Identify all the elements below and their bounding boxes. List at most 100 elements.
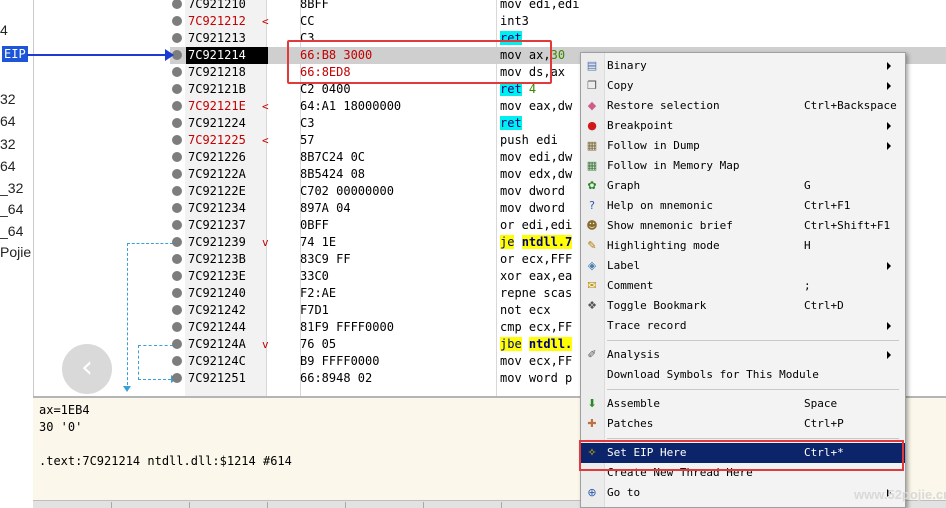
row-bytes-value: 66:8948 02	[300, 371, 373, 385]
menu-item-trace-record[interactable]: Trace record	[581, 316, 905, 336]
menu-item-shortcut: ;	[804, 279, 811, 292]
row-bytes-value: 8BFF	[300, 0, 329, 11]
row-bytes: C3	[300, 115, 314, 132]
row-instruction: xor eax,ea	[500, 268, 572, 285]
breakpoint-dot-icon[interactable]	[172, 237, 182, 247]
breakpoint-dot-icon[interactable]	[172, 356, 182, 366]
breakpoint-dot-icon[interactable]	[172, 203, 182, 213]
row-bytes-value: F7D1	[300, 303, 329, 317]
instruction-mnemonic: ret	[500, 82, 522, 96]
breakpoint-dot-icon[interactable]	[172, 16, 182, 26]
breakpoint-dot-icon[interactable]	[172, 33, 182, 43]
breakpoint-dot-icon[interactable]	[172, 271, 182, 281]
menu-item-highlighting-mode[interactable]: ✎ Highlighting mode H	[581, 236, 905, 256]
menu-item-toggle-bookmark[interactable]: ❖ Toggle Bookmark Ctrl+D	[581, 296, 905, 316]
row-address: 7C921244	[188, 320, 246, 334]
menu-item-label: Analysis	[607, 348, 660, 361]
set-eip-highlight-box	[579, 440, 904, 471]
breakpoint-dot-icon[interactable]	[172, 186, 182, 196]
menu-item-label: Help on mnemonic	[607, 199, 713, 212]
breakpoint-dot-icon[interactable]	[172, 67, 182, 77]
instruction-operands: eax,dw	[521, 99, 573, 113]
chevron-left-icon: ‹	[81, 350, 93, 385]
disasm-row[interactable]: 7C921212 < CC int3	[170, 13, 946, 30]
row-bytes: 83C9 FF	[300, 251, 351, 268]
menu-item-label: Toggle Bookmark	[607, 299, 707, 312]
row-bytes-value: B9 FFFF0000	[300, 354, 380, 368]
sidebar-entry[interactable]: 32	[0, 91, 16, 107]
menu-item-help-on-mnemonic[interactable]: ? Help on mnemonic Ctrl+F1	[581, 196, 905, 216]
info-line: .text:7C921214 ntdll.dll:$1214 #614	[39, 454, 292, 468]
instruction-operands: ntdll.	[528, 337, 573, 351]
row-instruction: mov edi,dw	[500, 149, 572, 166]
instruction-mnemonic: push	[500, 133, 529, 147]
menu-item-assemble[interactable]: ⬇ Assemble Space	[581, 394, 905, 414]
menu-item-follow-in-memory-map[interactable]: ▦ Follow in Memory Map	[581, 156, 905, 176]
row-bytes: 76 05	[300, 336, 336, 353]
breakpoint-dot-icon[interactable]	[172, 152, 182, 162]
instruction-operands: dword	[521, 201, 566, 215]
row-bytes-value: C3	[300, 116, 315, 130]
menu-item-label[interactable]: ◈ Label	[581, 256, 905, 276]
tab-divider	[189, 502, 190, 508]
breakpoint-dot-icon[interactable]	[172, 84, 182, 94]
breakpoint-dot-icon[interactable]	[172, 135, 182, 145]
instruction-mnemonic: mov	[500, 167, 522, 181]
sidebar-entry[interactable]: 64	[0, 158, 16, 174]
menu-item-restore-selection[interactable]: ◆ Restore selection Ctrl+Backspace	[581, 96, 905, 116]
breakpoint-dot-icon[interactable]	[172, 305, 182, 315]
row-address: 7C921242	[188, 303, 246, 317]
sidebar-entry[interactable]: 64	[0, 113, 16, 129]
sidebar-entry[interactable]: Pojie	[0, 244, 31, 260]
menu-item-show-mnemonic-brief[interactable]: ☻ Show mnemonic brief Ctrl+Shift+F1	[581, 216, 905, 236]
row-bytes: 8BFF	[300, 0, 329, 13]
menu-item-label: Label	[607, 259, 641, 272]
instruction-mnemonic: or	[500, 252, 515, 266]
row-instruction: mov ecx,FF	[500, 353, 572, 370]
breakpoint-dot-icon[interactable]	[172, 169, 182, 179]
row-jump-mark: <	[262, 100, 269, 113]
instruction-mnemonic: mov	[500, 371, 522, 385]
menu-item-analysis[interactable]: ✐ Analysis	[581, 345, 905, 365]
menu-item-label: Trace record	[607, 319, 687, 332]
sidebar-entry[interactable]: 4	[0, 22, 8, 38]
disasm-row[interactable]: 7C921210 8BFF mov edi,edi	[170, 0, 946, 13]
sidebar-entry[interactable]: _64	[0, 223, 23, 239]
breakpoint-dot-icon[interactable]	[172, 118, 182, 128]
menu-item-patches[interactable]: ✚ Patches Ctrl+P	[581, 414, 905, 434]
eip-arrow-icon	[165, 49, 174, 61]
row-instruction: cmp ecx,FF	[500, 319, 572, 336]
sidebar-entry[interactable]: 32	[0, 136, 16, 152]
breakpoint-dot-icon[interactable]	[172, 322, 182, 332]
info-line: ax=1EB4	[39, 403, 90, 417]
menu-item-comment[interactable]: ✉ Comment;	[581, 276, 905, 296]
breakpoint-dot-icon[interactable]	[172, 254, 182, 264]
menu-item-download-symbols-for-this-module[interactable]: Download Symbols for This Module	[581, 365, 905, 385]
breakpoint-dot-icon[interactable]	[172, 339, 182, 349]
menu-item-label: Patches	[607, 417, 654, 430]
sidebar-entry[interactable]: _64	[0, 201, 23, 217]
breakpoint-dot-icon[interactable]	[172, 101, 182, 111]
menu-item-breakpoint[interactable]: ● Breakpoint	[581, 116, 905, 136]
jump-arrow-icon	[123, 386, 131, 392]
breakpoint-dot-icon[interactable]	[172, 288, 182, 298]
instruction-operands: ecx,FFF	[514, 252, 573, 266]
menu-item-graph[interactable]: ✿ Graph G	[581, 176, 905, 196]
sidebar-entry[interactable]: _32	[0, 180, 23, 196]
menu-item-follow-in-dump[interactable]: ▦ Follow in Dump	[581, 136, 905, 156]
row-bytes: B9 FFFF0000	[300, 353, 379, 370]
row-address: 7C921212	[188, 14, 246, 28]
row-bytes: 33C0	[300, 268, 329, 285]
instruction-mnemonic: repne	[500, 286, 537, 300]
left-sidebar-strip: 4 32 64 32 64 _32 _64 _64 Pojie	[0, 0, 33, 508]
back-button[interactable]: ‹	[62, 344, 112, 394]
menu-item-copy[interactable]: ❐ Copy	[581, 76, 905, 96]
instruction-mnemonic: mov	[500, 184, 522, 198]
menu-item-binary[interactable]: ▤ Binary	[581, 56, 905, 76]
menu-item-label: Assemble	[607, 397, 660, 410]
menu-item-label: Graph	[607, 179, 641, 192]
breakpoint-dot-icon[interactable]	[172, 220, 182, 230]
breakpoint-dot-icon[interactable]	[172, 0, 182, 9]
dump-icon: ▦	[586, 139, 598, 152]
breakpoint-dot-icon[interactable]	[172, 373, 182, 383]
